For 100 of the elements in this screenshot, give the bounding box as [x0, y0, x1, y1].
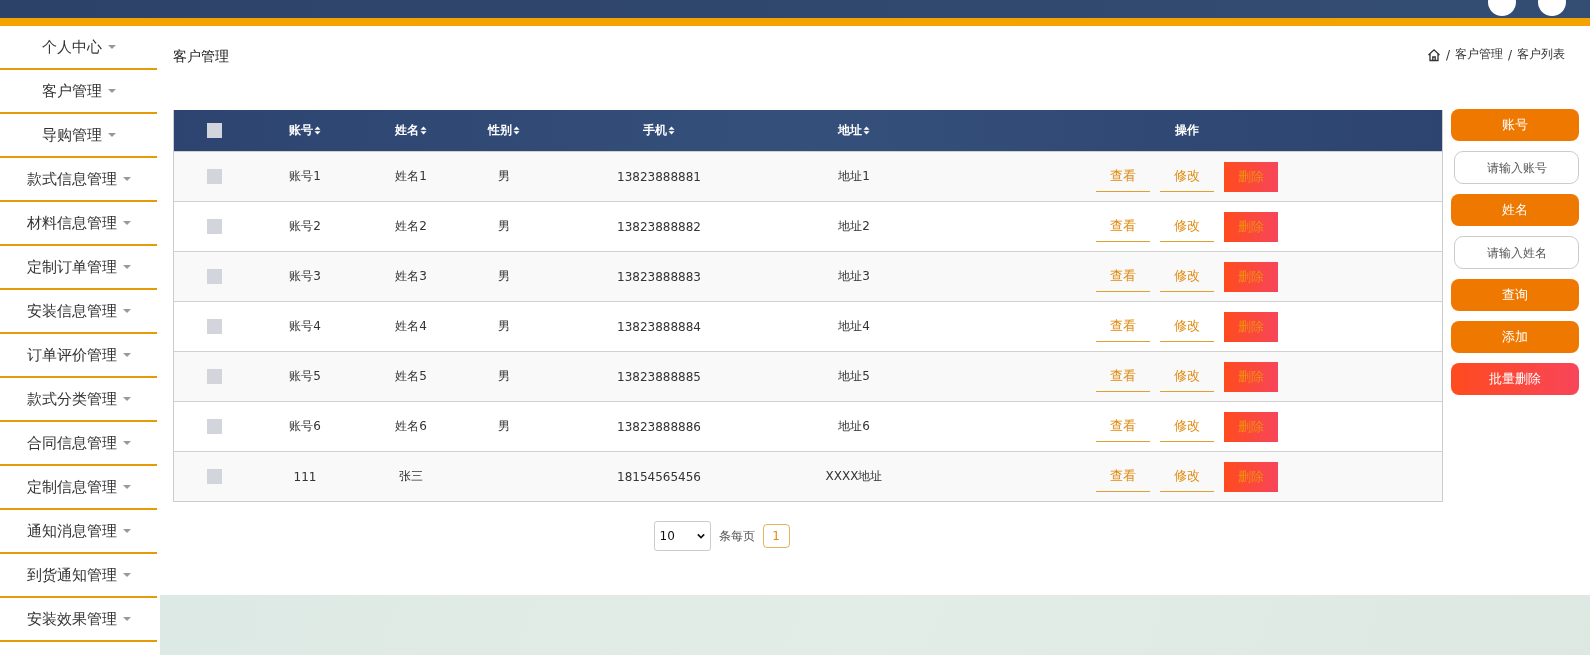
caret-icon — [107, 45, 116, 49]
column-header[interactable]: 操作 — [1175, 122, 1199, 139]
chevron-icon — [696, 533, 705, 539]
column-header[interactable]: 账号 — [289, 122, 313, 139]
table-cell: 地址6 — [838, 418, 870, 435]
caret-icon — [122, 353, 131, 357]
sidebar-item[interactable]: 客户管理 — [0, 70, 157, 114]
caret-icon — [122, 573, 131, 577]
breadcrumb-separator: / — [1507, 47, 1512, 62]
sidebar-item[interactable]: 订单评价管理 — [0, 334, 157, 378]
checkbox[interactable] — [206, 123, 222, 138]
checkbox[interactable] — [206, 369, 222, 384]
action-button[interactable]: 查询 — [1451, 279, 1579, 311]
sidebar-item[interactable]: 材料信息管理 — [0, 202, 157, 246]
table-cell: 地址4 — [838, 318, 870, 335]
table-cell: 账号5 — [289, 368, 321, 385]
search-field[interactable]: 请输入姓名 — [1454, 236, 1579, 269]
table-cell: 13823888885 — [617, 369, 701, 384]
action-button[interactable]: 修改 — [1160, 361, 1214, 392]
table-cell: 姓名4 — [395, 318, 427, 335]
action-button[interactable]: 查看 — [1096, 161, 1150, 192]
checkbox[interactable] — [206, 319, 222, 334]
table-cell: 姓名3 — [395, 268, 427, 285]
batch-delete-button[interactable]: 批量删除 — [1451, 363, 1579, 395]
sort-icon[interactable] — [420, 126, 427, 135]
table-cell: 姓名5 — [395, 368, 427, 385]
checkbox[interactable] — [206, 219, 222, 234]
caret-icon — [122, 485, 131, 489]
page-title: 客户管理 — [173, 47, 229, 66]
sidebar-item[interactable]: 款式信息管理 — [0, 158, 157, 202]
action-button[interactable]: 修改 — [1160, 311, 1214, 342]
home-icon[interactable] — [1426, 47, 1441, 62]
breadcrumb-item[interactable]: 客户列表 — [1517, 46, 1565, 63]
sidebar-item[interactable]: 导购管理 — [0, 114, 157, 158]
search-field[interactable]: 请输入账号 — [1454, 151, 1579, 184]
action-button[interactable]: 查看 — [1096, 361, 1150, 392]
checkbox[interactable] — [206, 419, 222, 434]
table-cell: 姓名2 — [395, 218, 427, 235]
table-cell: XXXX地址 — [825, 468, 883, 485]
table-cell: 男 — [498, 318, 510, 335]
column-header[interactable]: 手机 — [643, 122, 667, 139]
breadcrumb-separator: / — [1445, 47, 1450, 62]
table-cell: 13823888883 — [617, 269, 701, 284]
table-cell: 地址2 — [838, 218, 870, 235]
sidebar-item[interactable]: 到货通知管理 — [0, 554, 157, 598]
sidebar-item[interactable]: 安装效果管理 — [0, 598, 157, 642]
table-cell: 张三 — [399, 468, 423, 485]
action-button[interactable]: 查看 — [1096, 311, 1150, 342]
table-cell: 男 — [498, 218, 510, 235]
field-label: 账号 — [1451, 109, 1579, 141]
table-cell: 18154565456 — [617, 469, 701, 484]
action-button[interactable]: 查看 — [1096, 411, 1150, 442]
table-cell: 账号1 — [289, 168, 321, 185]
table-cell: 姓名6 — [395, 418, 427, 435]
table-cell: 男 — [498, 268, 510, 285]
column-header[interactable]: 性别 — [488, 122, 512, 139]
table-cell: 13823888881 — [617, 169, 701, 184]
sidebar-item[interactable]: 合同信息管理 — [0, 422, 157, 466]
action-button[interactable]: 修改 — [1160, 161, 1214, 192]
table-cell: 111 — [293, 469, 317, 484]
action-button[interactable]: 查看 — [1096, 261, 1150, 292]
sort-icon[interactable] — [513, 126, 520, 135]
column-header[interactable]: 地址 — [838, 122, 862, 139]
table-cell: 姓名1 — [395, 168, 427, 185]
caret-icon — [122, 397, 131, 401]
action-button[interactable]: 修改 — [1160, 211, 1214, 242]
sidebar-item[interactable]: 款式分类管理 — [0, 378, 157, 422]
caret-icon — [122, 265, 131, 269]
action-button[interactable]: 添加 — [1451, 321, 1579, 353]
page-button[interactable]: 1 — [762, 524, 790, 548]
table-cell: 男 — [498, 368, 510, 385]
action-button[interactable]: 查看 — [1096, 461, 1150, 492]
checkbox[interactable] — [206, 169, 222, 184]
table-cell: 13823888884 — [617, 319, 701, 334]
table-cell: 地址3 — [838, 268, 870, 285]
field-label: 姓名 — [1451, 194, 1579, 226]
sidebar-item[interactable]: 定制订单管理 — [0, 246, 157, 290]
sidebar-item[interactable]: 个人中心 — [0, 26, 157, 70]
column-header[interactable]: 姓名 — [395, 122, 419, 139]
sidebar-item[interactable]: 安装信息管理 — [0, 290, 157, 334]
sidebar-item[interactable]: 通知消息管理 — [0, 510, 157, 554]
caret-icon — [122, 177, 131, 181]
table-cell: 账号6 — [289, 418, 321, 435]
caret-icon — [107, 89, 116, 93]
sort-icon[interactable] — [668, 126, 675, 135]
table-cell: 地址1 — [838, 168, 870, 185]
caret-icon — [122, 617, 131, 621]
sidebar-item[interactable]: 定制信息管理 — [0, 466, 157, 510]
action-button[interactable]: 查看 — [1096, 211, 1150, 242]
sort-icon[interactable] — [863, 126, 870, 135]
per-page-label: 条每页 — [718, 527, 755, 545]
breadcrumb-item[interactable]: 客户管理 — [1454, 46, 1503, 63]
checkbox[interactable] — [206, 269, 222, 284]
checkbox[interactable] — [206, 469, 222, 484]
page-size-select[interactable]: 10 — [653, 521, 711, 551]
caret-icon — [107, 133, 116, 137]
action-button[interactable]: 修改 — [1160, 461, 1214, 492]
action-button[interactable]: 修改 — [1160, 261, 1214, 292]
sort-icon[interactable] — [314, 126, 321, 135]
action-button[interactable]: 修改 — [1160, 411, 1214, 442]
